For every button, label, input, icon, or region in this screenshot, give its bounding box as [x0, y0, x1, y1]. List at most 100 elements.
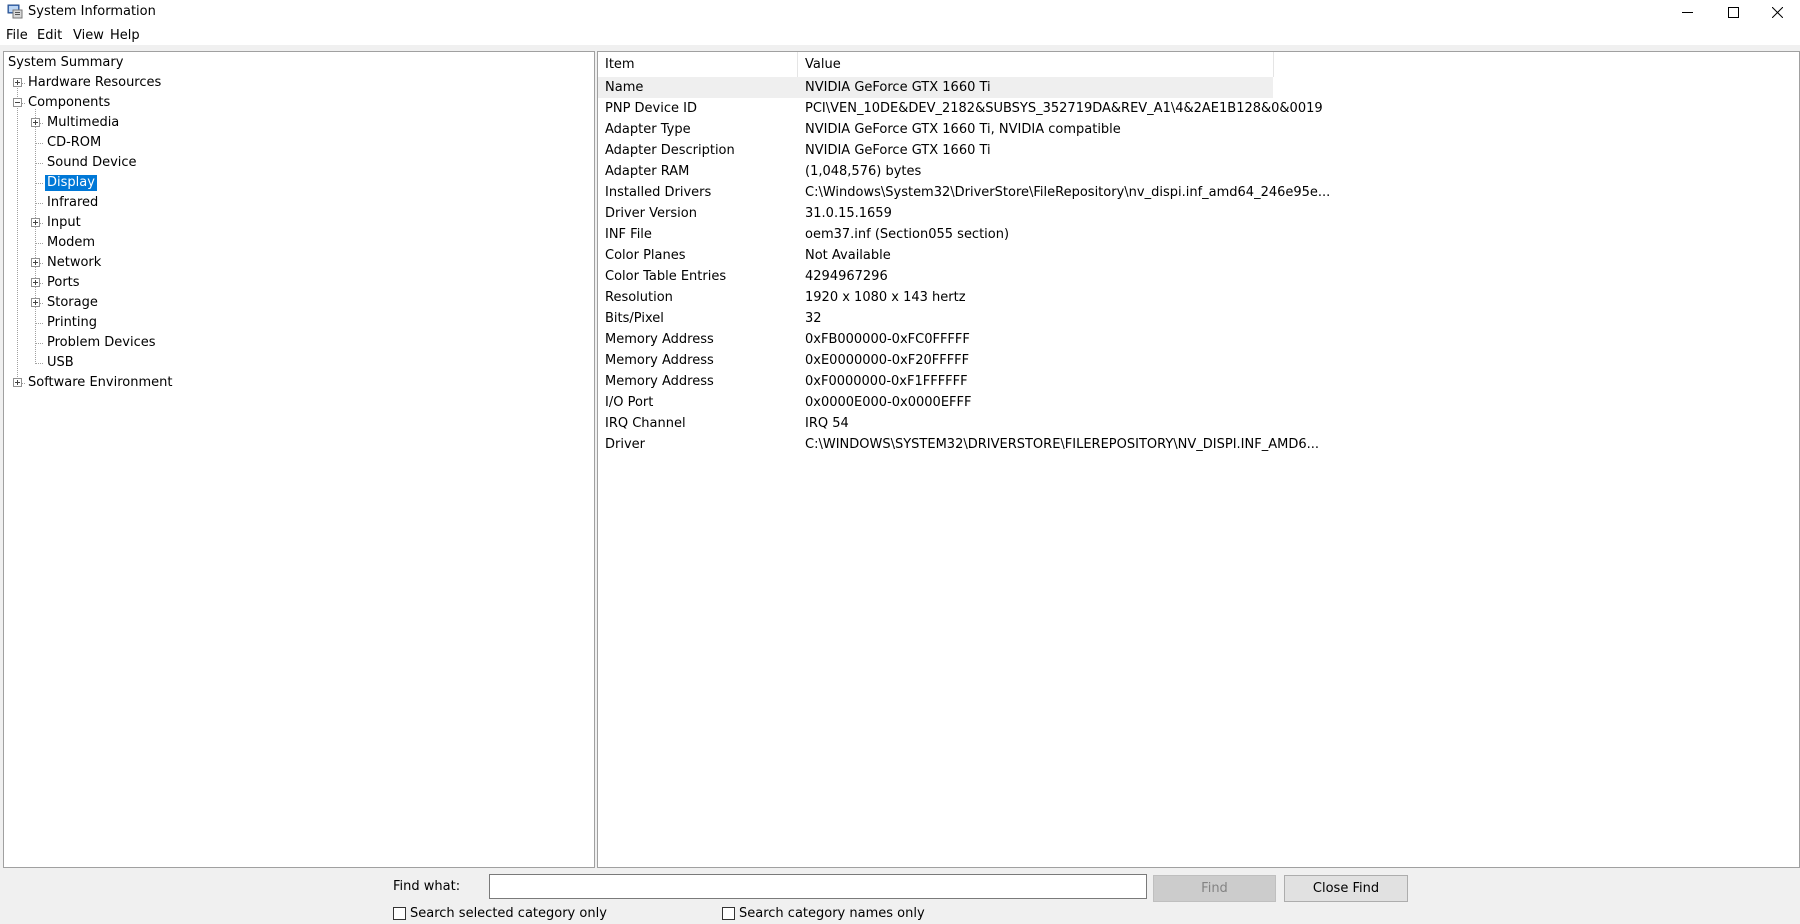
tree-item-label: USB — [47, 355, 74, 370]
table-row[interactable]: Installed Drivers C:\Windows\System32\Dri… — [598, 182, 1330, 203]
details-list[interactable]: Item Value Name NVIDIA GeForce GTX 1660 T… — [597, 51, 1800, 868]
item-cell: Name — [605, 80, 644, 95]
tree-item-label: Components — [28, 95, 111, 110]
value-cell: C:\WINDOWS\SYSTEM32\DRIVERSTORE\FILEREPO… — [805, 437, 1319, 452]
collapse-icon[interactable] — [13, 98, 22, 107]
value-cell: (1,048,576) bytes — [805, 164, 922, 179]
table-row[interactable]: Adapter RAM (1,048,576) bytes — [598, 161, 1273, 182]
table-row[interactable]: I/O Port 0x0000E000-0x0000EFFF — [598, 392, 1273, 413]
table-row[interactable]: Name NVIDIA GeForce GTX 1660 Ti — [598, 77, 1273, 98]
menu-view[interactable]: View — [73, 28, 104, 43]
table-row[interactable]: Adapter Description NVIDIA GeForce GTX 16… — [598, 140, 1273, 161]
tree-item-label: System Summary — [8, 55, 124, 70]
table-row[interactable]: Memory Address 0xFB000000-0xFC0FFFFF — [598, 329, 1273, 350]
value-cell: IRQ 54 — [805, 416, 849, 431]
value-cell: C:\Windows\System32\DriverStore\FileRepo… — [805, 185, 1331, 200]
tree-item-label: Modem — [47, 235, 96, 250]
item-cell: Adapter Description — [605, 143, 735, 158]
search-selected-category-option[interactable]: Search selected category only — [393, 905, 607, 921]
tree-item-label: Problem Devices — [47, 335, 156, 350]
column-header-value[interactable]: Value — [798, 52, 1274, 77]
close-find-button[interactable]: Close Find — [1284, 875, 1408, 902]
close-window-button[interactable] — [1754, 0, 1800, 24]
item-cell: I/O Port — [605, 395, 654, 410]
table-row[interactable]: INF File oem37.inf (Section055 section) — [598, 224, 1273, 245]
table-row[interactable]: Color Table Entries 4294967296 — [598, 266, 1273, 287]
column-header-item[interactable]: Item — [598, 52, 798, 77]
tree-item-label: Input — [47, 215, 81, 230]
search-category-names-checkbox[interactable] — [722, 906, 735, 920]
menu-file[interactable]: File — [6, 28, 28, 43]
table-row[interactable]: PNP Device ID PCI\VEN_10DE&DEV_2182&SUBSY… — [598, 98, 1323, 119]
item-cell: Driver — [605, 437, 646, 452]
expand-icon[interactable] — [13, 378, 22, 387]
tree-item-label: Sound Device — [47, 155, 137, 170]
search-category-names-label: Search category names only — [739, 905, 925, 921]
item-cell: Resolution — [605, 290, 673, 305]
table-row[interactable]: Color Planes Not Available — [598, 245, 1273, 266]
item-cell: Installed Drivers — [605, 185, 712, 200]
item-cell: Memory Address — [605, 353, 714, 368]
item-cell: Bits/Pixel — [605, 311, 664, 326]
title-bar: System Information — [0, 0, 1800, 24]
window-title: System Information — [28, 4, 156, 19]
find-what-label: Find what: — [393, 879, 461, 894]
find-button[interactable]: Find — [1153, 875, 1276, 902]
table-row[interactable]: Driver Version 31.0.15.1659 — [598, 203, 1273, 224]
category-tree[interactable]: System Summary Hardware Resources Compon… — [3, 51, 595, 868]
expand-icon[interactable] — [31, 118, 40, 127]
expand-icon[interactable] — [31, 258, 40, 267]
value-cell: 32 — [805, 311, 822, 326]
value-cell: 1920 x 1080 x 143 hertz — [805, 290, 966, 305]
close-icon — [1771, 6, 1783, 18]
item-cell: Color Planes — [605, 248, 686, 263]
item-cell: PNP Device ID — [605, 101, 697, 116]
item-cell: Adapter RAM — [605, 164, 690, 179]
find-what-input[interactable] — [489, 874, 1147, 899]
item-cell: IRQ Channel — [605, 416, 686, 431]
item-cell: Adapter Type — [605, 122, 691, 137]
item-cell: INF File — [605, 227, 652, 242]
menu-edit[interactable]: Edit — [37, 28, 62, 43]
value-cell: 4294967296 — [805, 269, 888, 284]
system-information-icon — [7, 4, 23, 19]
value-cell: 0xE0000000-0xF20FFFFF — [805, 353, 970, 368]
table-row[interactable]: Bits/Pixel 32 — [598, 308, 1273, 329]
tree-item-label: Hardware Resources — [28, 75, 162, 90]
value-cell: NVIDIA GeForce GTX 1660 Ti, NVIDIA compa… — [805, 122, 1121, 137]
value-cell: PCI\VEN_10DE&DEV_2182&SUBSYS_352719DA&RE… — [805, 101, 1323, 116]
item-cell: Memory Address — [605, 374, 714, 389]
table-row[interactable]: Memory Address 0xE0000000-0xF20FFFFF — [598, 350, 1273, 371]
tree-item-label: Software Environment — [28, 375, 173, 390]
tree-item-label: Printing — [47, 315, 98, 330]
value-cell: 0xF0000000-0xF1FFFFFF — [805, 374, 968, 389]
minimize-button[interactable] — [1664, 0, 1710, 24]
tree-item-label: Multimedia — [47, 115, 120, 130]
maximize-button[interactable] — [1710, 0, 1756, 24]
table-row[interactable]: Memory Address 0xF0000000-0xF1FFFFFF — [598, 371, 1273, 392]
item-cell: Memory Address — [605, 332, 714, 347]
item-cell: Driver Version — [605, 206, 697, 221]
expand-icon[interactable] — [31, 298, 40, 307]
value-cell: 0x0000E000-0x0000EFFF — [805, 395, 972, 410]
menu-bar: File Edit View Help — [0, 24, 1800, 46]
menu-help[interactable]: Help — [110, 28, 140, 43]
table-row[interactable]: Adapter Type NVIDIA GeForce GTX 1660 Ti, … — [598, 119, 1273, 140]
tree-item-label: Infrared — [47, 195, 99, 210]
tree-item-label: CD-ROM — [47, 135, 102, 150]
tree-item-label: Storage — [47, 295, 98, 310]
table-row[interactable]: Resolution 1920 x 1080 x 143 hertz — [598, 287, 1273, 308]
value-cell: 31.0.15.1659 — [805, 206, 892, 221]
table-row[interactable]: Driver C:\WINDOWS\SYSTEM32\DRIVERSTORE\FI… — [598, 434, 1319, 455]
table-row[interactable]: IRQ Channel IRQ 54 — [598, 413, 1273, 434]
search-selected-category-checkbox[interactable] — [393, 906, 406, 920]
expand-icon[interactable] — [31, 218, 40, 227]
tree-item-label: Ports — [47, 275, 80, 290]
minimize-icon — [1681, 11, 1693, 13]
search-category-names-option[interactable]: Search category names only — [722, 905, 925, 921]
expand-icon[interactable] — [13, 78, 22, 87]
item-cell: Color Table Entries — [605, 269, 727, 284]
find-bar: Find what: Find Close Find Search select… — [0, 868, 1800, 924]
tree-item-label: Network — [47, 255, 102, 270]
expand-icon[interactable] — [31, 278, 40, 287]
